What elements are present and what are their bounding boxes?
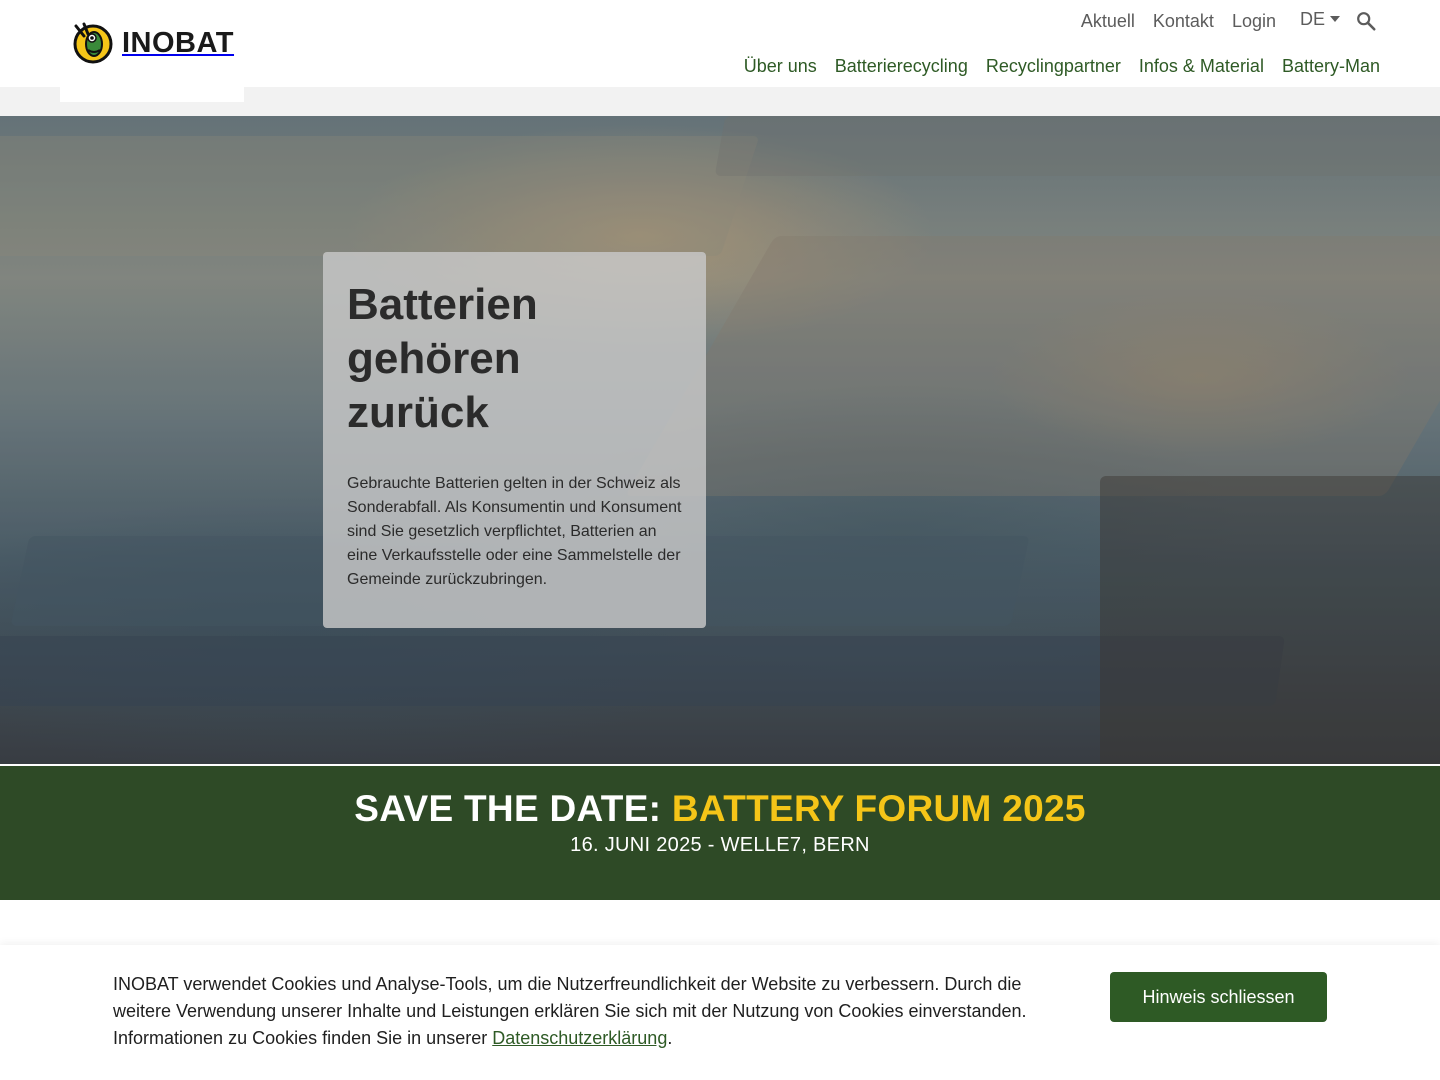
hero-image-overlay (0, 116, 1440, 764)
hero-section: Batterien gehören zurück Gebrauchte Batt… (0, 116, 1440, 764)
nav-item-ueber-uns[interactable]: Über uns (744, 53, 817, 79)
nav-item-recyclingpartner[interactable]: Recyclingpartner (986, 53, 1121, 79)
top-navigation: Aktuell Kontakt Login DE (1063, 8, 1378, 34)
caret-down-icon (1330, 16, 1340, 22)
close-cookie-notice-button[interactable]: Hinweis schliessen (1110, 972, 1327, 1022)
home-logo-link[interactable]: INOBAT (70, 22, 234, 64)
nav-link-aktuell[interactable]: Aktuell (1081, 8, 1135, 34)
banner-title: SAVE THE DATE: BATTERY FORUM 2025 (0, 788, 1440, 830)
cookie-notice: INOBAT verwendet Cookies und Analyse-Too… (0, 945, 1440, 1080)
main-navigation: Über uns Batterierecycling Recyclingpart… (726, 53, 1380, 79)
logo-container: INOBAT (60, 0, 244, 102)
battery-man-logo-icon (73, 22, 113, 64)
nav-item-infos-material[interactable]: Infos & Material (1139, 53, 1264, 79)
cookie-text-suffix: . (667, 1028, 673, 1048)
hero-title: Batterien gehören zurück (347, 280, 538, 437)
hero-description: Gebrauchte Batterien gelten in der Schwe… (347, 475, 682, 588)
cookie-text-block: INOBAT verwendet Cookies und Analyse-Too… (113, 971, 1053, 1052)
banner-title-prefix: SAVE THE DATE: (354, 788, 662, 829)
hero-card: Batterien gehören zurück Gebrauchte Batt… (323, 252, 706, 628)
nav-link-login[interactable]: Login (1232, 8, 1276, 34)
language-label: DE (1299, 8, 1325, 29)
nav-item-batterierecycling[interactable]: Batterierecycling (835, 53, 968, 79)
nav-link-kontakt[interactable]: Kontakt (1153, 8, 1214, 34)
language-dropdown[interactable]: DE (1300, 9, 1340, 30)
privacy-policy-link[interactable]: Datenschutzerklärung (492, 1028, 667, 1048)
event-banner[interactable]: SAVE THE DATE: BATTERY FORUM 2025 16. JU… (0, 766, 1440, 900)
search-icon (1357, 12, 1376, 31)
banner-subtitle: 16. JUNI 2025 - WELLE7, BERN (570, 834, 870, 856)
logo-wordmark: INOBAT (122, 26, 235, 59)
nav-item-battery-man[interactable]: Battery-Man (1282, 53, 1380, 79)
banner-title-highlight: BATTERY FORUM 2025 (671, 788, 1086, 829)
search-button[interactable] (1354, 9, 1378, 33)
